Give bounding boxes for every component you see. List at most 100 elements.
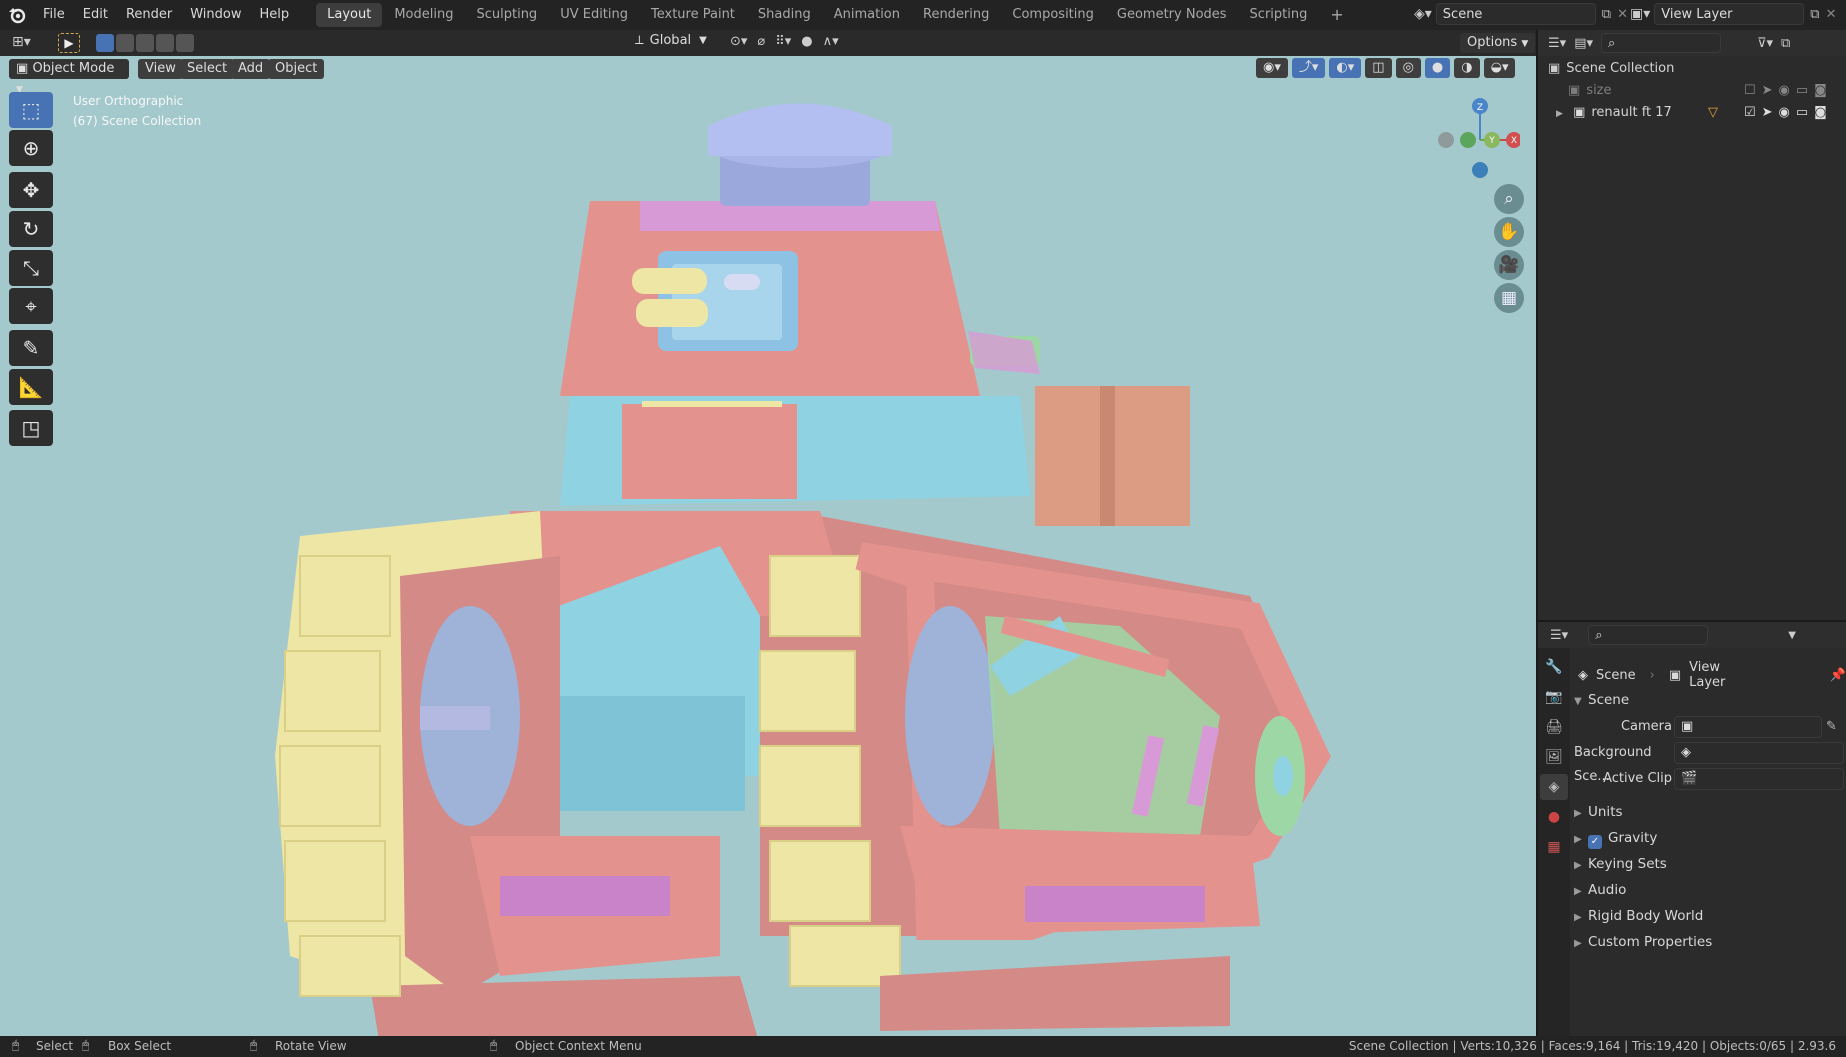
solid-shading-icon[interactable]: ● (1424, 58, 1451, 78)
rotate-tool-icon[interactable]: ↻ (9, 211, 53, 247)
snap-icon[interactable]: ⌀ (757, 34, 765, 49)
texture-tab-icon[interactable]: ▦ (1540, 834, 1568, 860)
outliner-root[interactable]: ▣ Scene Collection (1548, 58, 1844, 80)
select-new-icon[interactable] (96, 34, 114, 52)
add-cube-tool-icon[interactable]: ◳ (9, 410, 53, 446)
scene-field[interactable]: Scene (1435, 3, 1596, 25)
tab-sculpting[interactable]: Sculpting (465, 3, 548, 27)
object-mode-dropdown[interactable]: ▣ Object Mode ▼ (9, 59, 129, 95)
annotate-tool-icon[interactable]: ✎ (9, 330, 53, 366)
remove-view-layer-icon[interactable]: ✕ (1826, 7, 1837, 22)
custom-properties-panel-header[interactable]: ▶ Custom Properties (1574, 930, 1844, 954)
menu-help[interactable]: Help (251, 0, 299, 30)
wireframe-shading-icon[interactable]: ◎ (1395, 58, 1421, 78)
material-shading-icon[interactable]: ◑ (1454, 58, 1480, 78)
menu-file[interactable]: File (34, 0, 74, 30)
tab-layout[interactable]: Layout (316, 3, 383, 27)
zoom-icon[interactable]: ⌕ (1494, 184, 1524, 214)
select-tool-icon[interactable]: ⬚ (9, 92, 53, 128)
tab-shading[interactable]: Shading (747, 3, 822, 27)
select-extend-icon[interactable] (116, 34, 134, 52)
pivot-icon[interactable]: ⊙▾ (730, 34, 747, 49)
transform-orientation[interactable]: ⟂ Global ▼ (635, 33, 707, 48)
snap-target-icon[interactable]: ⠿▾ (775, 34, 791, 49)
rendered-shading-icon[interactable]: ◒▾ (1483, 58, 1516, 78)
falloff-icon[interactable]: ∧▾ (823, 34, 839, 49)
new-collection-icon[interactable]: ⧉ (1781, 36, 1790, 51)
scale-tool-icon[interactable]: ⤡ (9, 250, 53, 286)
camera-field[interactable]: ▣ (1674, 716, 1822, 738)
select-subtract-icon[interactable] (136, 34, 154, 52)
gravity-checkbox[interactable]: ✓ (1588, 835, 1602, 849)
chevron-down-icon[interactable]: ▼ (1788, 630, 1796, 641)
pivot-snap-controls[interactable]: ⊙▾ ⌀ ⠿▾ ● ∧▾ (730, 34, 839, 49)
editor-type-icon[interactable]: ☰▾ (1548, 36, 1566, 51)
background-scene-field[interactable]: ◈ (1674, 742, 1844, 764)
outliner-item-size[interactable]: ▣ size ☐➤◉▭◙ (1548, 80, 1844, 102)
editor-type-icon[interactable]: ⊞▾ (12, 34, 31, 50)
3d-viewport[interactable]: User Orthographic (67) Scene Collection … (0, 56, 1536, 1036)
blender-logo-icon[interactable] (0, 0, 34, 30)
options-dropdown[interactable]: Options ▼ (1460, 33, 1536, 53)
scene-panel-header[interactable]: ▼ Scene (1574, 688, 1844, 712)
world-tab-icon[interactable]: ● (1540, 804, 1568, 830)
outliner-search-input[interactable]: ⌕ (1601, 33, 1721, 53)
camera-view-icon[interactable]: 🎥 (1494, 250, 1524, 280)
keying-sets-panel-header[interactable]: ▶ Keying Sets (1574, 852, 1844, 876)
row-toggle-icons[interactable]: ☑➤◉▭◙ (1744, 102, 1833, 124)
display-mode-icon[interactable]: ▤▾ (1574, 36, 1593, 51)
output-tab-icon[interactable]: 🖨 (1540, 714, 1568, 740)
tab-texture-paint[interactable]: Texture Paint (640, 3, 746, 27)
view-layer-tab-icon[interactable]: 🖼 (1540, 744, 1568, 770)
tab-compositing[interactable]: Compositing (1001, 3, 1105, 27)
active-clip-field[interactable]: 🎬 (1674, 768, 1844, 790)
tab-geometry-nodes[interactable]: Geometry Nodes (1106, 3, 1238, 27)
tab-modeling[interactable]: Modeling (383, 3, 464, 27)
new-scene-icon[interactable]: ⧉ (1602, 7, 1611, 22)
menu-render[interactable]: Render (117, 0, 181, 30)
scene-tab-icon[interactable]: ◈ (1540, 774, 1568, 800)
navigation-gizmo[interactable]: Z Y X (1430, 94, 1520, 184)
add-menu[interactable]: Add (231, 59, 271, 79)
view-menu[interactable]: View (138, 59, 183, 79)
audio-panel-header[interactable]: ▶ Audio (1574, 878, 1844, 902)
outliner-item-renault[interactable]: ▶ ▣ renault ft 17 ▽ ☑➤◉▭◙ (1548, 102, 1844, 124)
xray-icon[interactable]: ◫ (1365, 58, 1392, 78)
select-menu[interactable]: Select (180, 59, 235, 79)
visibility-icon[interactable]: ◉▾ (1256, 58, 1288, 78)
transform-tool-icon[interactable]: ⌖ (9, 288, 53, 324)
proportional-edit-icon[interactable]: ● (801, 34, 812, 49)
object-menu[interactable]: Object (268, 59, 325, 79)
viewport-shading-controls[interactable]: ◉▾ ⤴▾ ◐▾ ◫ ◎ ● ◑ ◒▾ (1256, 58, 1516, 78)
view-layer-field[interactable]: View Layer (1654, 3, 1805, 25)
filter-icon[interactable]: ⊽▾ (1757, 36, 1773, 51)
gravity-panel-header[interactable]: ▶ ✓ Gravity (1574, 826, 1844, 850)
add-workspace-button[interactable]: + (1319, 3, 1354, 27)
ortho-grid-icon[interactable]: ▦ (1494, 283, 1524, 313)
expand-triangle-icon[interactable]: ▶ (1556, 109, 1563, 119)
remove-scene-icon[interactable]: ✕ (1617, 7, 1628, 22)
gizmo-icon[interactable]: ⤴▾ (1291, 58, 1326, 78)
tab-scripting[interactable]: Scripting (1239, 3, 1319, 27)
tab-rendering[interactable]: Rendering (912, 3, 1000, 27)
scene-selector[interactable]: ◈▾ Scene ⧉ ✕ (1414, 3, 1628, 25)
new-view-layer-icon[interactable]: ⧉ (1810, 7, 1819, 22)
render-tab-icon[interactable]: 📷 (1540, 684, 1568, 710)
select-intersect-icon[interactable] (176, 34, 194, 52)
cursor-tool-icon[interactable]: ⊕ (9, 130, 53, 166)
move-tool-icon[interactable]: ✥ (9, 172, 53, 208)
units-panel-header[interactable]: ▶ Units (1574, 800, 1844, 824)
pin-icon[interactable]: 📌 (1830, 668, 1846, 683)
tab-animation[interactable]: Animation (823, 3, 911, 27)
rigid-body-world-panel-header[interactable]: ▶ Rigid Body World (1574, 904, 1844, 928)
tank-model[interactable] (0, 56, 1536, 1036)
menu-edit[interactable]: Edit (74, 0, 117, 30)
properties-search-input[interactable]: ⌕ (1588, 625, 1709, 645)
select-invert-icon[interactable] (156, 34, 174, 52)
tool-tab-icon[interactable]: 🔧 (1540, 654, 1568, 680)
view-layer-selector[interactable]: ▣▾ View Layer ⧉ ✕ (1630, 3, 1836, 25)
pan-hand-icon[interactable]: ✋ (1494, 217, 1524, 247)
selection-mode-buttons[interactable] (96, 34, 194, 52)
eyedropper-icon[interactable]: ✎ (1826, 715, 1837, 739)
row-toggle-icons[interactable]: ☐➤◉▭◙ (1744, 80, 1833, 102)
